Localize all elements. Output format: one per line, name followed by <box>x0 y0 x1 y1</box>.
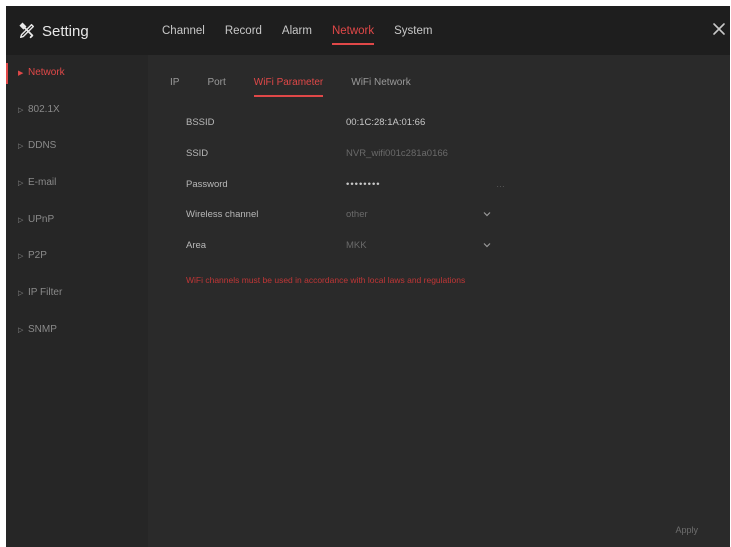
sidebar-item-network[interactable]: ▶ Network <box>6 55 148 92</box>
subtab-ip[interactable]: IP <box>170 75 179 97</box>
caret-right-icon: ▷ <box>18 253 24 261</box>
area-row: Area MKK <box>186 240 526 256</box>
wifi-regulation-notice: WiFi channels must be used in accordance… <box>186 275 466 285</box>
bssid-label: BSSID <box>186 117 215 128</box>
tools-icon <box>19 22 35 39</box>
ssid-field[interactable]: NVR_wifi001c281a0166 <box>346 148 448 159</box>
sidebar-item-ddns[interactable]: ▷ DDNS <box>6 128 148 165</box>
content-panel: IP Port WiFi Parameter WiFi Network BSSI… <box>148 55 730 547</box>
caret-right-icon: ▷ <box>18 290 24 298</box>
settings-window: Setting Channel Record Alarm Network Sys… <box>6 6 730 547</box>
sidebar-item-label: UPnP <box>28 213 55 225</box>
apply-button[interactable]: Apply <box>675 525 698 535</box>
password-toggle-icon[interactable]: … <box>496 179 505 189</box>
caret-right-icon: ▷ <box>18 216 24 224</box>
ssid-label: SSID <box>186 148 209 159</box>
wireless-channel-row: Wireless channel other <box>186 209 526 225</box>
caret-right-icon: ▷ <box>18 143 24 151</box>
ssid-row: SSID NVR_wifi001c281a0166 <box>186 148 526 164</box>
chevron-down-icon[interactable] <box>483 241 491 249</box>
wireless-channel-label: Wireless channel <box>186 209 259 220</box>
sidebar-item-upnp[interactable]: ▷ UPnP <box>6 202 148 239</box>
password-row: Password •••••••• … <box>186 179 526 195</box>
sidebar-item-snmp[interactable]: ▷ SNMP <box>6 312 148 349</box>
app-header: Setting <box>18 21 89 41</box>
caret-right-icon: ▷ <box>18 106 24 114</box>
caret-right-icon: ▷ <box>18 180 24 188</box>
tab-record[interactable]: Record <box>225 6 262 55</box>
sidebar-item-label: E-mail <box>28 177 57 189</box>
sidebar-item-label: SNMP <box>28 323 57 335</box>
wireless-channel-select[interactable]: other <box>346 209 368 220</box>
top-bar: Setting Channel Record Alarm Network Sys… <box>6 6 730 55</box>
area-select[interactable]: MKK <box>346 240 367 251</box>
sidebar-item-email[interactable]: ▷ E-mail <box>6 165 148 202</box>
bssid-value: 00:1C:28:1A:01:66 <box>346 117 426 128</box>
tab-alarm[interactable]: Alarm <box>282 6 312 55</box>
sidebar-item-8021x[interactable]: ▷ 802.1X <box>6 92 148 129</box>
bssid-row: BSSID 00:1C:28:1A:01:66 <box>186 117 526 133</box>
caret-right-icon: ▷ <box>18 326 24 334</box>
close-icon[interactable] <box>712 22 726 36</box>
tab-network[interactable]: Network <box>331 6 375 55</box>
sidebar-item-label: IP Filter <box>28 287 63 299</box>
sidebar-item-label: Network <box>28 67 65 78</box>
sidebar-item-label: 802.1X <box>28 103 60 115</box>
sub-tabs: IP Port WiFi Parameter WiFi Network <box>170 75 439 101</box>
subtab-port[interactable]: Port <box>207 75 225 97</box>
sidebar-item-p2p[interactable]: ▷ P2P <box>6 238 148 275</box>
password-label: Password <box>186 179 228 190</box>
tab-system[interactable]: System <box>394 6 432 55</box>
password-field[interactable]: •••••••• <box>346 179 381 190</box>
chevron-down-icon[interactable] <box>483 210 491 218</box>
sidebar-item-label: DDNS <box>28 140 57 152</box>
caret-right-icon: ▶ <box>18 70 24 77</box>
app-title: Setting <box>42 22 89 40</box>
main-nav: Channel Record Alarm Network System <box>162 6 452 55</box>
sidebar-item-label: P2P <box>28 250 47 262</box>
subtab-wifi-parameter[interactable]: WiFi Parameter <box>253 75 324 97</box>
area-label: Area <box>186 240 207 251</box>
tab-channel[interactable]: Channel <box>162 6 205 55</box>
subtab-wifi-network[interactable]: WiFi Network <box>351 75 410 97</box>
sidebar: ▶ Network ▷ 802.1X ▷ DDNS ▷ E-mail ▷ UPnP ▷ P2… <box>6 55 148 547</box>
sidebar-item-ip-filter[interactable]: ▷ IP Filter <box>6 275 148 312</box>
